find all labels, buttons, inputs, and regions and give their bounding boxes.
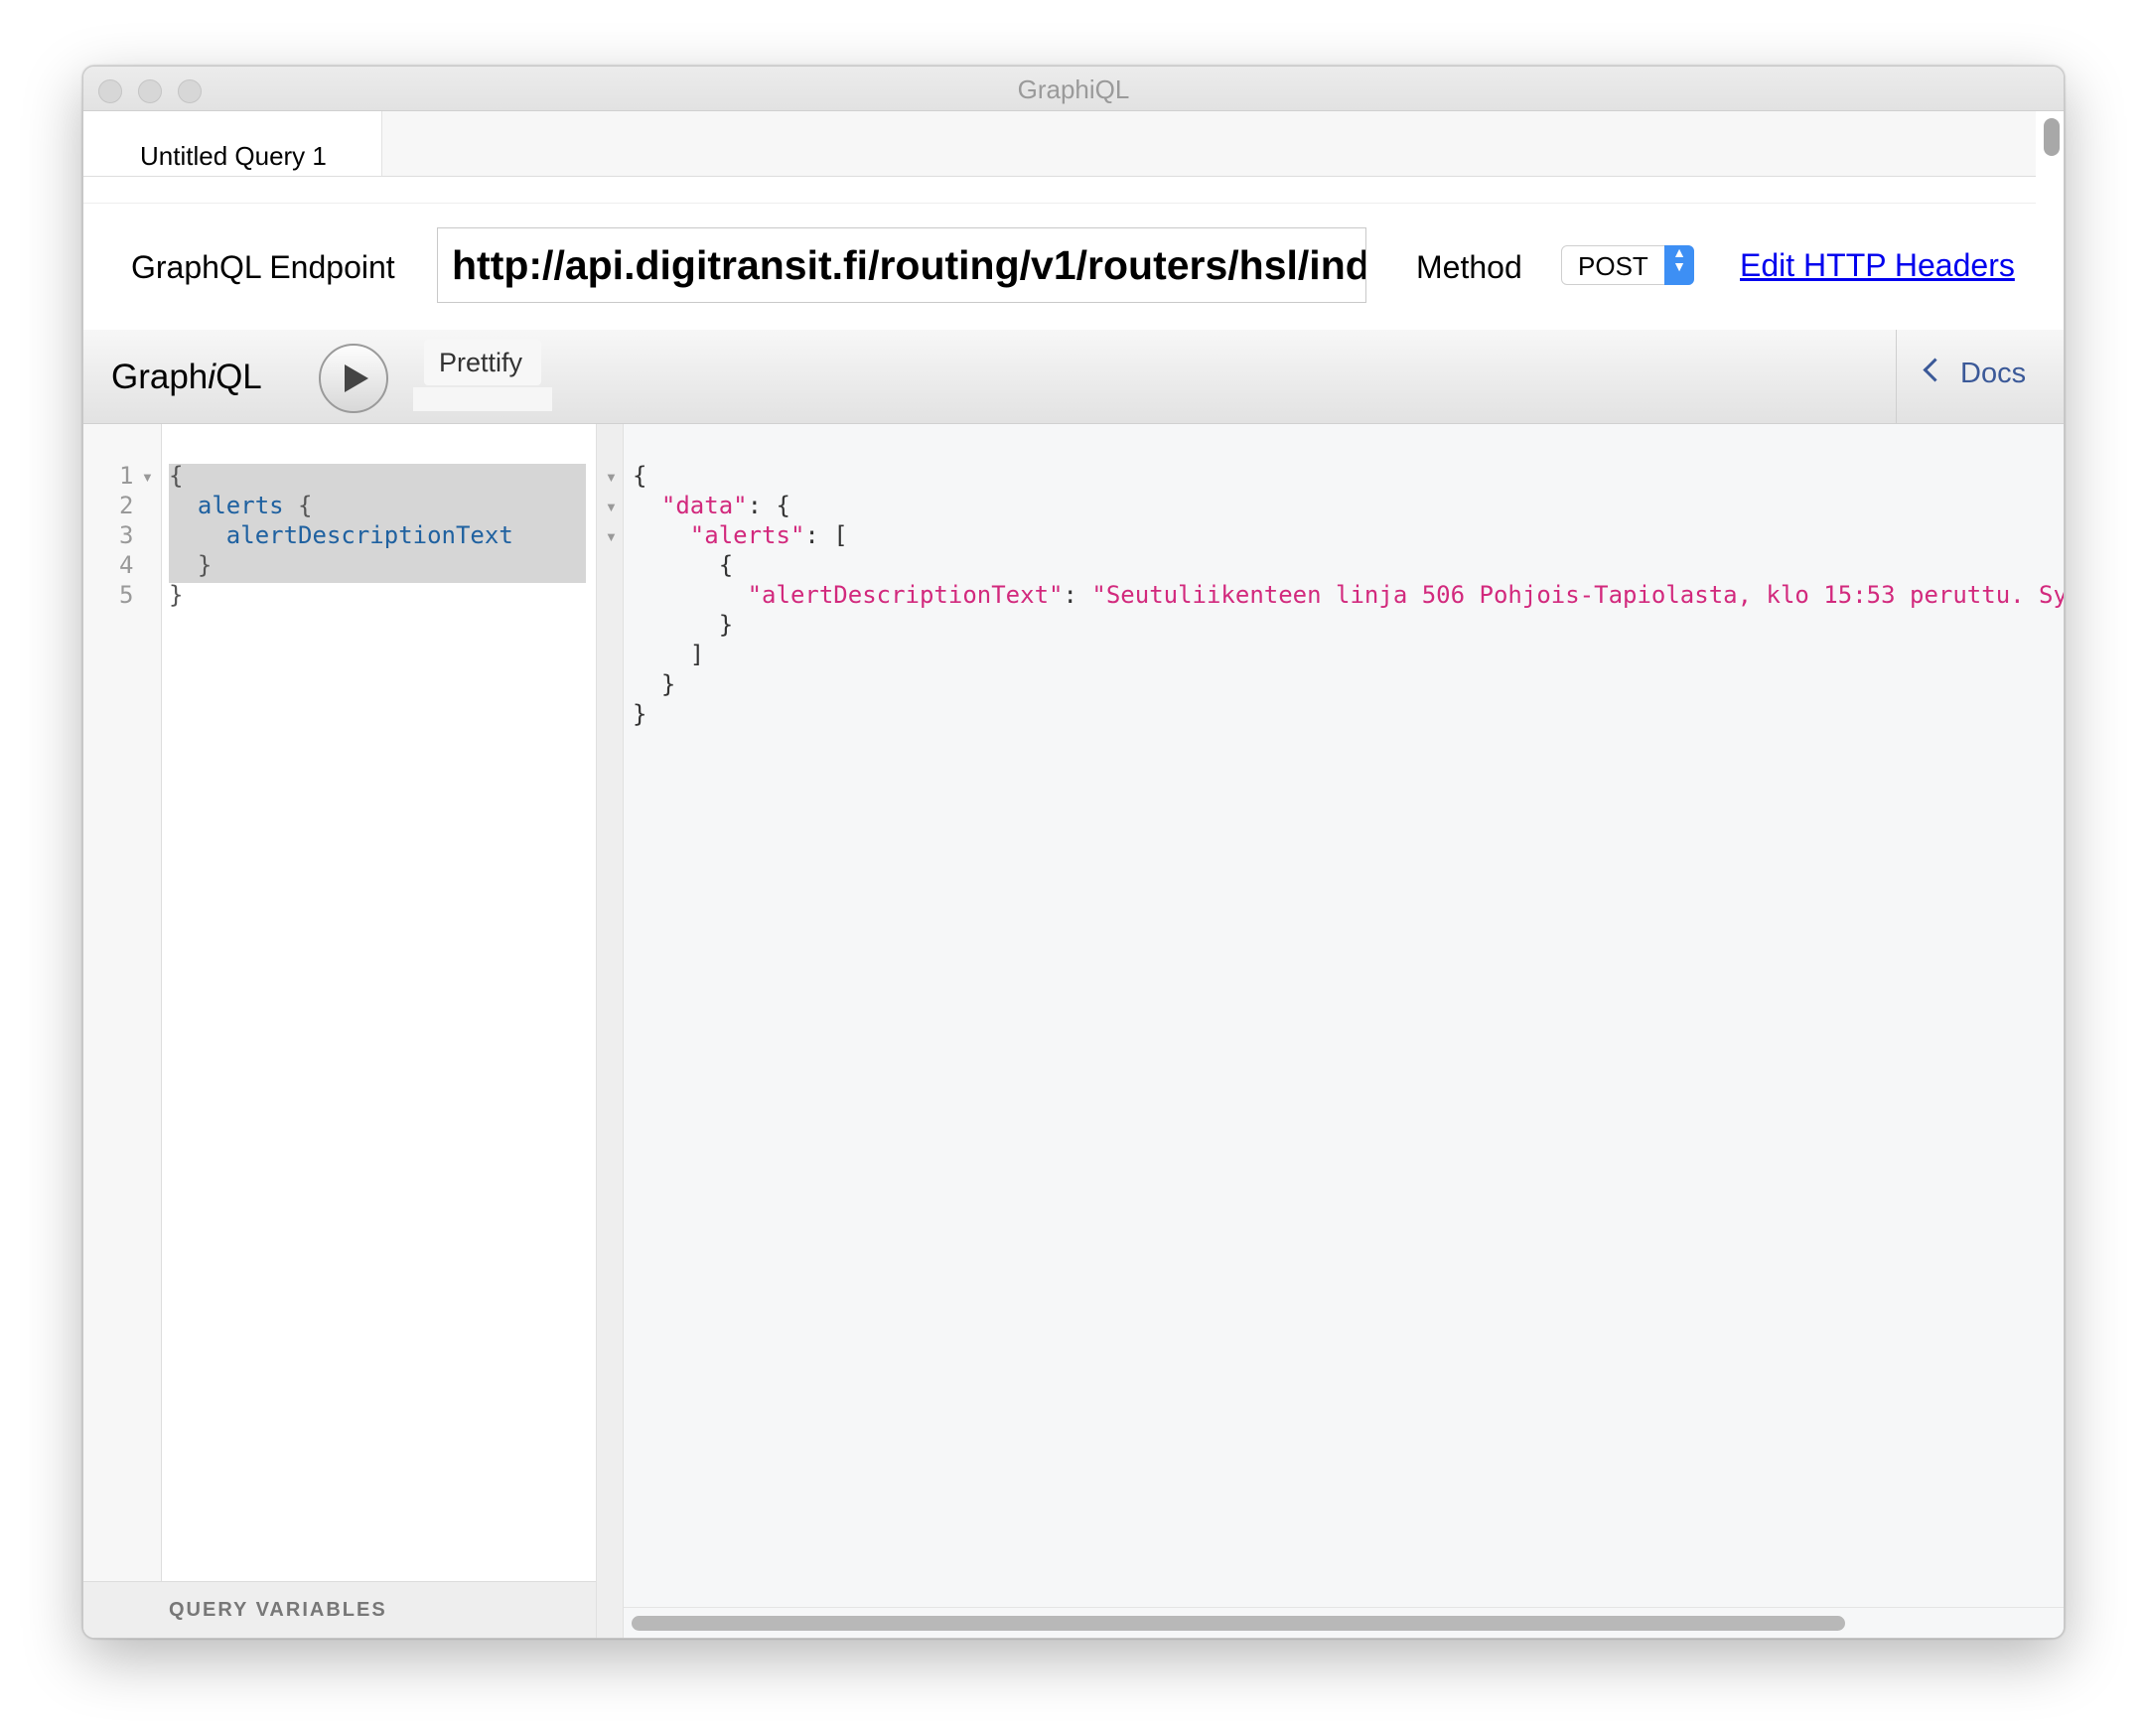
docs-label: Docs bbox=[1960, 358, 2027, 389]
field-alerts: alerts bbox=[197, 492, 284, 519]
prettify-button-base bbox=[413, 387, 552, 411]
result-line-6: } bbox=[633, 611, 734, 639]
execute-query-button[interactable] bbox=[319, 344, 388, 413]
endpoint-label: GraphQL Endpoint bbox=[131, 249, 395, 285]
chevron-left-icon bbox=[1923, 358, 1947, 382]
result-line-3: "alerts": [ bbox=[633, 521, 848, 549]
code-line-4: } bbox=[169, 551, 213, 579]
tab-label: Untitled Query 1 bbox=[140, 141, 327, 171]
result-key-data: "data" bbox=[660, 492, 748, 519]
edit-http-headers-link[interactable]: Edit HTTP Headers bbox=[1740, 247, 2015, 284]
line-number: 2 bbox=[119, 492, 134, 519]
fold-arrow-icon[interactable]: ▼ bbox=[605, 500, 618, 514]
result-line-2-rest: : { bbox=[747, 492, 790, 519]
play-icon bbox=[345, 364, 368, 392]
result-line-1: { bbox=[633, 462, 647, 490]
method-select-value: POST bbox=[1578, 251, 1648, 281]
code-line-1: { bbox=[169, 462, 184, 490]
result-line-4: { bbox=[633, 551, 734, 579]
docs-button[interactable]: Docs bbox=[1896, 330, 2064, 423]
fold-arrow-icon[interactable]: ▼ bbox=[605, 529, 618, 544]
endpoint-row: GraphQL Endpoint http://api.digitransit.… bbox=[83, 203, 2036, 331]
result-line-5: "alertDescriptionText": "Seutuliikenteen… bbox=[633, 581, 2064, 609]
prettify-button[interactable]: Prettify bbox=[424, 340, 541, 385]
query-variables-label: QUERY VARIABLES bbox=[169, 1599, 387, 1621]
pane-divider[interactable] bbox=[597, 424, 624, 1638]
result-line-3-rest: : [ bbox=[804, 521, 848, 549]
endpoint-input-value: http://api.digitransit.fi/routing/v1/rou… bbox=[452, 242, 1366, 288]
code-line-5: } bbox=[169, 581, 184, 609]
line-number: 4 bbox=[119, 551, 134, 579]
title-bar: GraphiQL bbox=[83, 67, 2064, 111]
endpoint-input[interactable]: http://api.digitransit.fi/routing/v1/rou… bbox=[437, 227, 1366, 303]
field-alert-description-text: alertDescriptionText bbox=[225, 521, 513, 549]
logo-part-graph: Graph bbox=[111, 358, 209, 396]
tab-bar: Untitled Query 1 bbox=[83, 111, 2036, 177]
logo-part-i: i bbox=[208, 358, 216, 396]
method-label: Method bbox=[1416, 249, 1522, 285]
horizontal-scrollbar[interactable] bbox=[632, 1616, 1845, 1631]
horizontal-scrollbar-track bbox=[624, 1607, 2064, 1638]
app-window: GraphiQL Untitled Query 1 GraphQL Endpoi… bbox=[82, 66, 2065, 1639]
window-title: GraphiQL bbox=[1017, 74, 1130, 104]
prettify-label: Prettify bbox=[439, 348, 523, 377]
graphiql-logo: GraphiQL bbox=[111, 358, 262, 397]
graphiql-toolbar: GraphiQL Prettify Docs bbox=[83, 330, 2064, 424]
result-key-alerts: "alerts" bbox=[689, 521, 805, 549]
result-line-8: } bbox=[633, 670, 676, 698]
tab-untitled-query-1[interactable]: Untitled Query 1 bbox=[83, 111, 382, 176]
query-variables-bar[interactable]: QUERY VARIABLES bbox=[83, 1581, 596, 1638]
result-line-7: ] bbox=[633, 641, 705, 668]
query-editor[interactable]: 1 ▼ 2 3 4 5 { alerts { alertDescriptionT… bbox=[83, 424, 597, 1638]
line-number: 1 bbox=[119, 462, 134, 490]
method-select[interactable]: POST ▲ ▼ bbox=[1561, 245, 1694, 285]
fold-arrow-icon[interactable]: ▼ bbox=[141, 470, 154, 485]
result-line-9: } bbox=[633, 700, 647, 728]
fold-arrow-icon[interactable]: ▼ bbox=[605, 470, 618, 485]
code-line-2: alerts { bbox=[169, 492, 313, 519]
line-number: 3 bbox=[119, 521, 134, 549]
code-line-3: alertDescriptionText bbox=[169, 521, 513, 549]
result-viewer[interactable]: { "data": { "alerts": [ { "alertDescript… bbox=[624, 424, 2064, 1638]
select-arrows-icon: ▲ ▼ bbox=[1664, 245, 1694, 285]
logo-part-ql: QL bbox=[215, 358, 262, 396]
result-key-alert-description-text: "alertDescriptionText" bbox=[747, 581, 1064, 609]
result-value-alert-description: "Seutuliikenteen linja 506 Pohjois-Tapio… bbox=[1091, 581, 2064, 609]
vertical-scrollbar[interactable] bbox=[2044, 118, 2060, 156]
code-line-2-rest: { bbox=[283, 492, 313, 519]
result-line-2: "data": { bbox=[633, 492, 790, 519]
line-number: 5 bbox=[119, 581, 134, 609]
result-line-5-sep: : bbox=[1063, 581, 1092, 609]
line-number-gutter: 1 ▼ 2 3 4 5 bbox=[83, 424, 162, 1582]
